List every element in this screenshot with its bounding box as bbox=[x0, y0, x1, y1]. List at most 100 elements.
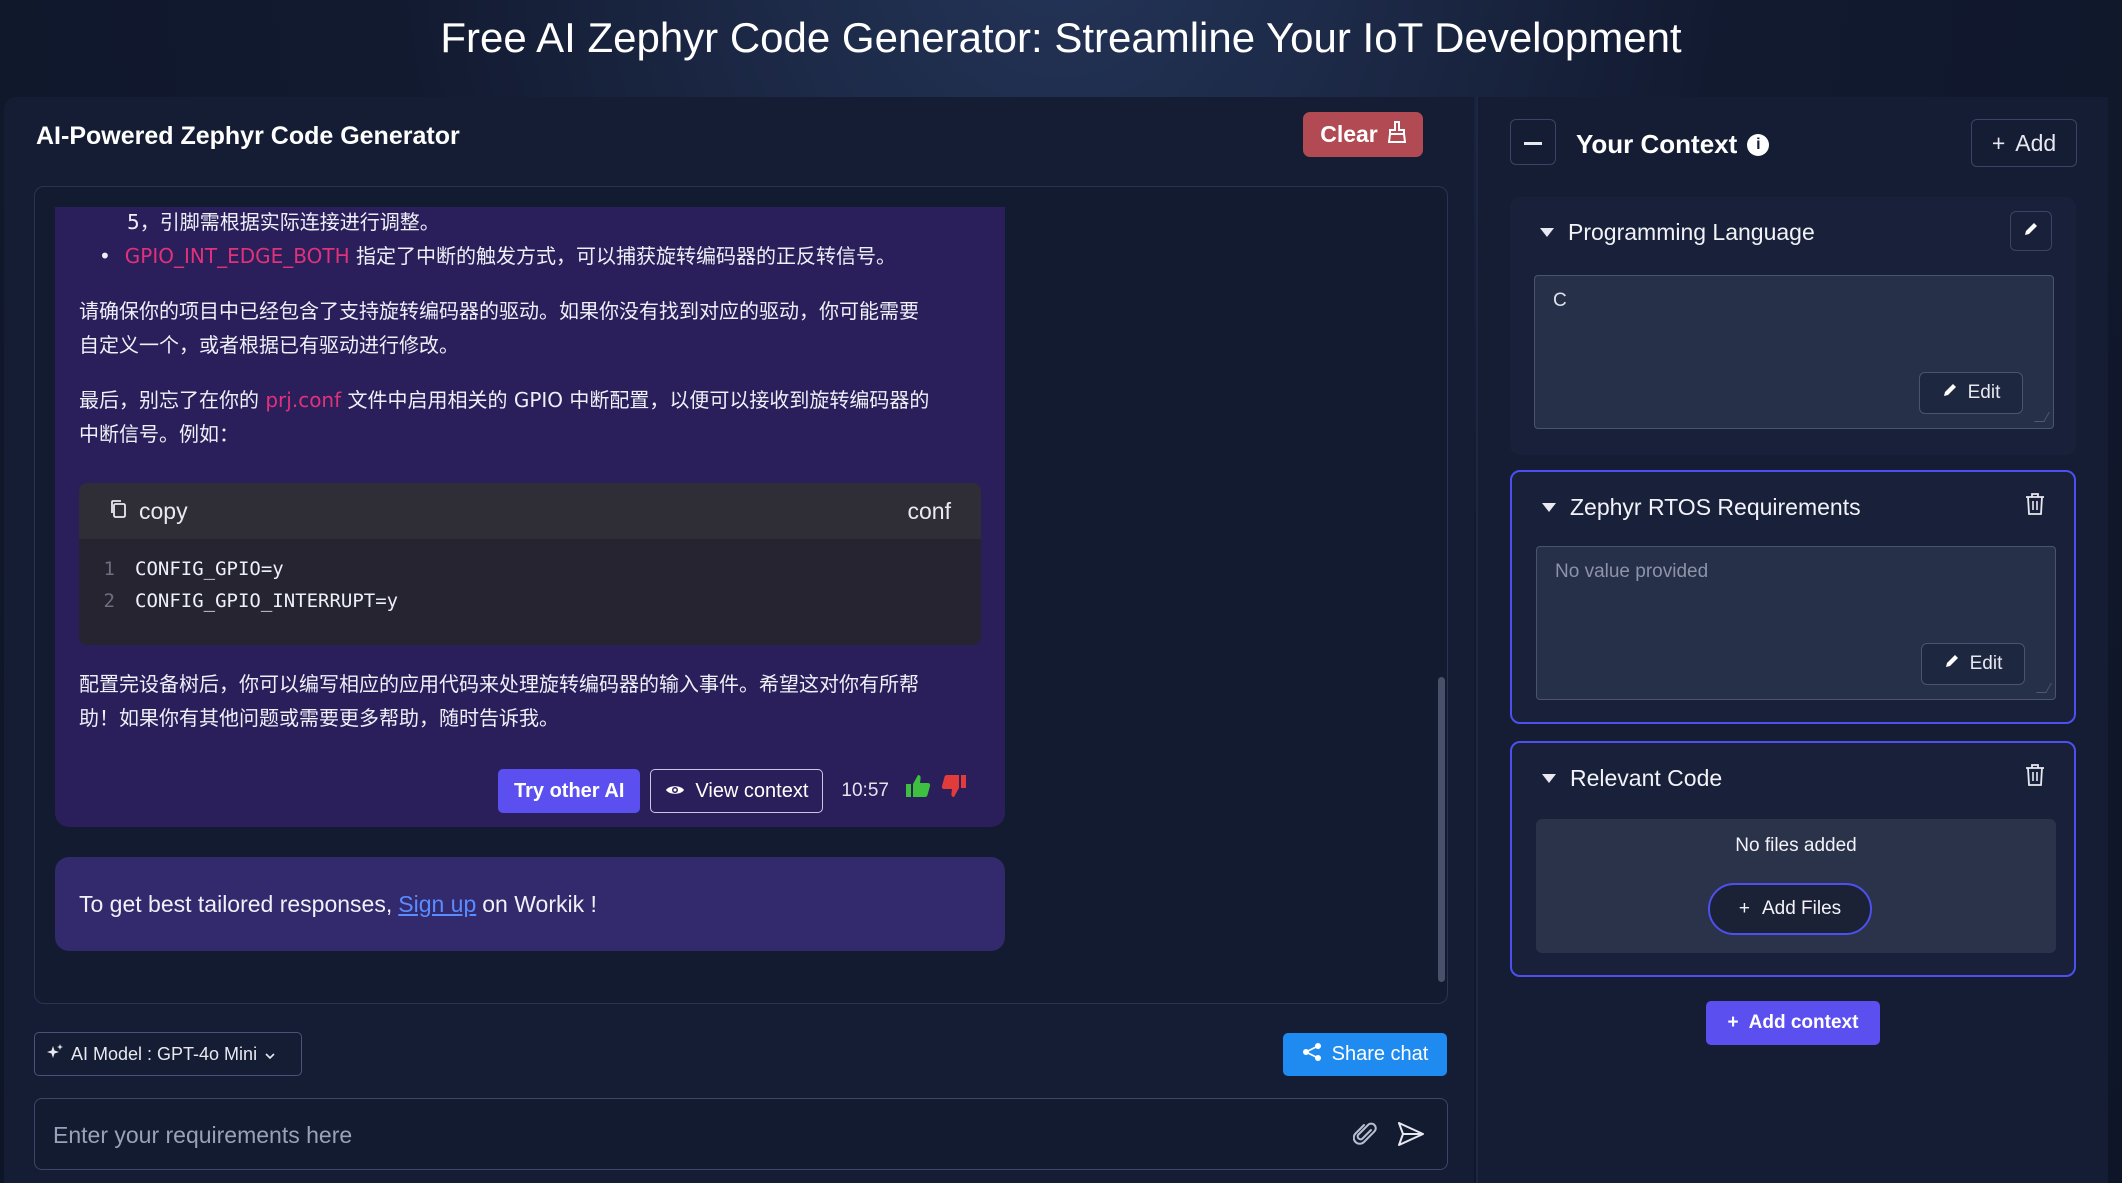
copy-button[interactable]: copy bbox=[109, 494, 188, 528]
pencil-icon bbox=[1942, 382, 1958, 404]
signup-banner: To get best tailored responses, Sign up … bbox=[55, 857, 1005, 951]
message-line: 自定义一个，或者根据已有驱动进行修改。 bbox=[79, 333, 459, 357]
signup-prefix: To get best tailored responses, bbox=[79, 890, 393, 917]
trash-icon bbox=[2025, 492, 2045, 520]
paperclip-icon[interactable] bbox=[1352, 1121, 1377, 1154]
ai-model-label: AI Model : GPT-4o Mini bbox=[71, 1043, 258, 1064]
message-line: 最后，别忘了在你的 prj.conf 文件中启用相关的 GPIO 中断配置，以便… bbox=[79, 383, 929, 417]
bullet-text: 指定了中断的触发方式，可以捕获旋转编码器的正反转信号。 bbox=[349, 244, 896, 268]
collapse-panel-button[interactable] bbox=[1510, 119, 1556, 165]
add-files-label: Add Files bbox=[1761, 898, 1842, 919]
message-line: 助！如果你有其他问题或需要更多帮助，随时告诉我。 bbox=[79, 706, 559, 730]
code-text: CONFIG_GPIO=y bbox=[135, 558, 284, 580]
edit-label: Edit bbox=[1967, 382, 2001, 403]
message-line: 中断信号。例如： bbox=[79, 422, 239, 446]
context-title-text: Your Context bbox=[1576, 129, 1738, 159]
plus-icon: + bbox=[1738, 898, 1750, 919]
clear-label: Clear bbox=[1320, 121, 1378, 147]
code-language: conf bbox=[907, 498, 951, 524]
edit-button[interactable]: Edit bbox=[1921, 643, 2025, 685]
trash-icon bbox=[2025, 763, 2045, 791]
inline-code: prj.conf bbox=[265, 388, 342, 412]
thumbs-down-icon[interactable] bbox=[941, 774, 967, 809]
send-icon[interactable] bbox=[1397, 1121, 1425, 1152]
info-icon[interactable]: i bbox=[1747, 133, 1770, 156]
page-title: Free AI Zephyr Code Generator: Streamlin… bbox=[440, 14, 1682, 61]
generator-panel: AI-Powered Zephyr Code Generator Clear 5… bbox=[4, 97, 1474, 1183]
minus-icon bbox=[1524, 133, 1542, 151]
card-header[interactable]: Zephyr RTOS Requirements bbox=[1542, 494, 1861, 521]
add-label: Add bbox=[2015, 129, 2057, 156]
code-body: 1 CONFIG_GPIO=y 2 CONFIG_GPIO_INTERRUPT=y bbox=[79, 539, 981, 617]
pencil-icon bbox=[2023, 221, 2039, 242]
sparkle-icon bbox=[47, 1043, 63, 1065]
copy-label: copy bbox=[139, 498, 188, 524]
share-icon bbox=[1302, 1042, 1322, 1068]
field-value: C bbox=[1553, 290, 1567, 311]
card-header[interactable]: Programming Language bbox=[1540, 219, 1815, 246]
plus-icon: + bbox=[1991, 129, 2006, 156]
add-context-button[interactable]: + Add context bbox=[1706, 1001, 1880, 1045]
ai-model-selector[interactable]: AI Model : GPT-4o Mini bbox=[34, 1032, 302, 1076]
code-block: copy conf 1 CONFIG_GPIO=y 2 CONFIG_GPIO_IN… bbox=[79, 483, 981, 645]
message-timestamp: 10:57 bbox=[841, 780, 889, 801]
code-line: 2 CONFIG_GPIO_INTERRUPT=y bbox=[101, 585, 981, 617]
caret-down-icon bbox=[1542, 503, 1556, 512]
add-files-button[interactable]: + Add Files bbox=[1708, 883, 1872, 935]
card-title: Relevant Code bbox=[1570, 765, 1723, 791]
message-line: 5，引脚需根据实际连接进行调整。 bbox=[127, 210, 440, 234]
files-dropzone: No files added + Add Files bbox=[1536, 819, 2056, 953]
context-panel: Your Context i + Add Programming Languag… bbox=[1476, 97, 2108, 1183]
line-number: 1 bbox=[103, 558, 115, 580]
edit-button[interactable]: Edit bbox=[1919, 372, 2023, 414]
message-line: 配置完设备树后，你可以编写相应的应用代码来处理旋转编码器的输入事件。希望这对你有… bbox=[79, 672, 919, 696]
chat-window[interactable]: 5，引脚需根据实际连接进行调整。 • GPIO_INT_EDGE_BOTH 指定了… bbox=[34, 186, 1448, 1004]
programming-language-card: Programming Language C Edit bbox=[1510, 197, 2076, 455]
try-other-ai-button[interactable]: Try other AI bbox=[498, 769, 641, 813]
line-number: 2 bbox=[103, 590, 115, 612]
edit-card-button[interactable] bbox=[2010, 211, 2052, 251]
ai-response-message: 5，引脚需根据实际连接进行调整。 • GPIO_INT_EDGE_BOTH 指定了… bbox=[55, 207, 1005, 827]
copy-icon bbox=[109, 494, 127, 528]
delete-card-button[interactable] bbox=[2014, 486, 2056, 526]
view-context-button[interactable]: View context bbox=[650, 769, 824, 813]
programming-language-field[interactable]: C Edit bbox=[1534, 275, 2054, 429]
requirements-input[interactable] bbox=[53, 1117, 1313, 1153]
caret-down-icon bbox=[1542, 774, 1556, 783]
signup-link[interactable]: Sign up bbox=[398, 891, 476, 918]
zephyr-requirements-card: Zephyr RTOS Requirements No value provid… bbox=[1510, 470, 2076, 724]
relevant-code-card: Relevant Code No files added + Add Files bbox=[1510, 741, 2076, 977]
resize-handle[interactable] bbox=[2036, 683, 2052, 693]
no-files-label: No files added bbox=[1735, 835, 1857, 856]
clear-button[interactable]: Clear bbox=[1303, 112, 1423, 157]
resize-handle[interactable] bbox=[2034, 412, 2050, 422]
requirements-input-box bbox=[34, 1098, 1448, 1170]
generator-title: AI-Powered Zephyr Code Generator bbox=[36, 122, 460, 150]
add-context-label: Add context bbox=[1748, 1012, 1859, 1033]
chat-scrollbar[interactable] bbox=[1438, 677, 1445, 982]
plus-icon: + bbox=[1727, 1012, 1739, 1033]
message-actions: Try other AI View context 10:57 bbox=[498, 769, 967, 813]
broom-icon bbox=[1387, 120, 1406, 149]
share-chat-button[interactable]: Share chat bbox=[1283, 1033, 1447, 1076]
eye-icon bbox=[665, 774, 685, 808]
inline-code: GPIO_INT_EDGE_BOTH bbox=[124, 244, 350, 268]
code-text: CONFIG_GPIO_INTERRUPT=y bbox=[135, 590, 399, 612]
code-header: copy conf bbox=[79, 483, 981, 539]
requirements-field[interactable]: No value provided Edit bbox=[1536, 546, 2056, 700]
share-chat-label: Share chat bbox=[1331, 1043, 1429, 1065]
thumbs-up-icon[interactable] bbox=[905, 774, 931, 809]
card-title: Programming Language bbox=[1568, 219, 1815, 245]
add-button[interactable]: + Add bbox=[1971, 119, 2077, 167]
message-bullet: • GPIO_INT_EDGE_BOTH 指定了中断的触发方式，可以捕获旋转编码器… bbox=[99, 244, 896, 268]
edit-label: Edit bbox=[1969, 653, 2003, 674]
chevron-down-icon bbox=[265, 1044, 275, 1065]
card-title: Zephyr RTOS Requirements bbox=[1570, 494, 1861, 520]
context-title: Your Context i bbox=[1576, 129, 1770, 160]
pencil-icon bbox=[1944, 653, 1960, 675]
card-header[interactable]: Relevant Code bbox=[1542, 765, 1722, 792]
delete-card-button[interactable] bbox=[2014, 757, 2056, 797]
field-placeholder: No value provided bbox=[1555, 561, 1709, 582]
code-line: 1 CONFIG_GPIO=y bbox=[101, 553, 981, 585]
text-segment: 文件中启用相关的 GPIO 中断配置，以便可以接收到旋转编码器的 bbox=[341, 388, 930, 412]
